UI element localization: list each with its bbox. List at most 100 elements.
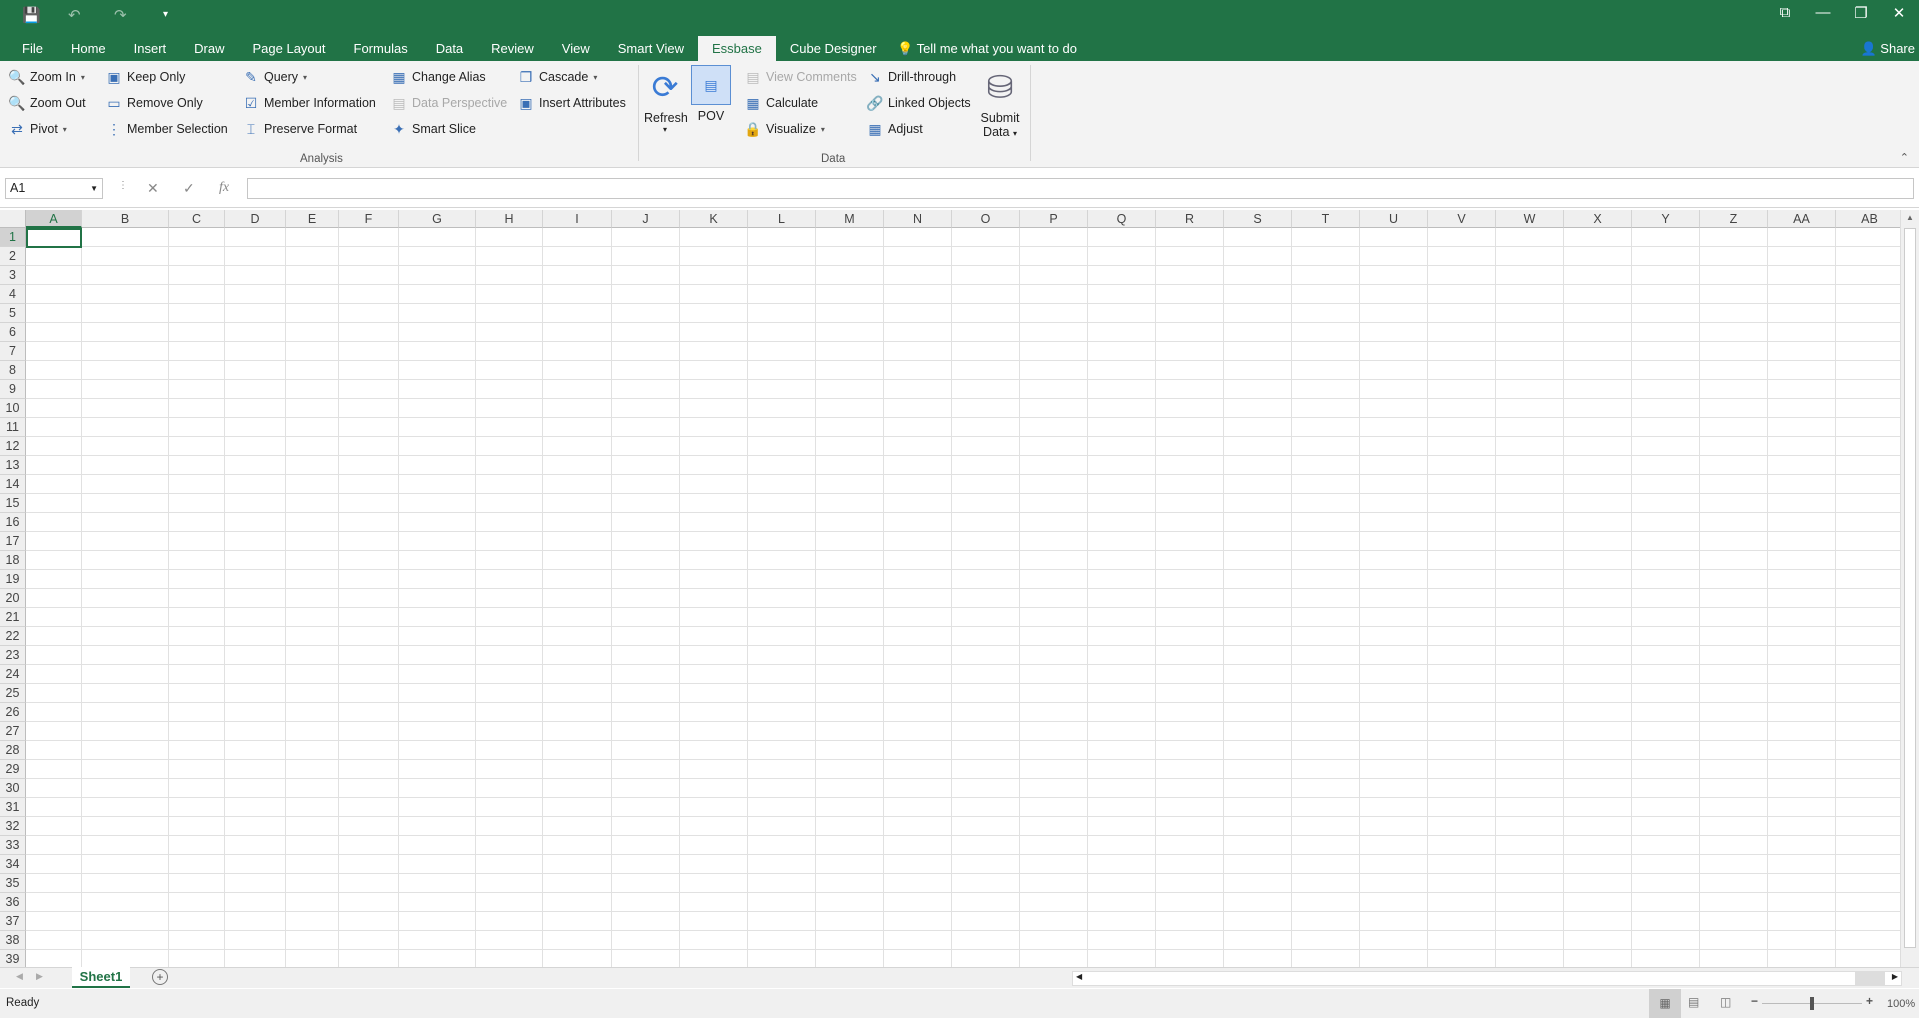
row-header-30[interactable]: 30 xyxy=(0,779,26,798)
normal-view-icon[interactable]: ▦ xyxy=(1649,989,1681,1018)
column-header-Z[interactable]: Z xyxy=(1700,210,1768,228)
save-icon[interactable]: 💾 xyxy=(22,6,41,24)
zoom-out-button[interactable]: − xyxy=(1751,994,1758,1008)
prev-sheet-icon[interactable]: ◀ xyxy=(16,971,23,982)
row-header-29[interactable]: 29 xyxy=(0,760,26,779)
share-button[interactable]: 👤 Share xyxy=(1860,41,1915,57)
column-header-L[interactable]: L xyxy=(748,210,816,228)
row-header-19[interactable]: 19 xyxy=(0,570,26,589)
row-header-6[interactable]: 6 xyxy=(0,323,26,342)
collapse-ribbon-icon[interactable]: ⌃ xyxy=(1900,151,1909,164)
row-header-36[interactable]: 36 xyxy=(0,893,26,912)
tab-smart-view[interactable]: Smart View xyxy=(604,36,698,61)
tab-essbase[interactable]: Essbase xyxy=(697,36,776,61)
row-header-17[interactable]: 17 xyxy=(0,532,26,551)
page-layout-view-icon[interactable]: ▤ xyxy=(1688,995,1699,1009)
row-header-11[interactable]: 11 xyxy=(0,418,26,437)
tab-view[interactable]: View xyxy=(548,36,604,61)
tab-formulas[interactable]: Formulas xyxy=(340,36,422,61)
tab-insert[interactable]: Insert xyxy=(120,36,181,61)
row-header-39[interactable]: 39 xyxy=(0,950,26,967)
member-information-button[interactable]: ☑ Member Information xyxy=(242,92,376,114)
row-header-24[interactable]: 24 xyxy=(0,665,26,684)
column-header-AA[interactable]: AA xyxy=(1768,210,1836,228)
row-header-22[interactable]: 22 xyxy=(0,627,26,646)
zoom-in-button[interactable]: 🔍 Zoom In ▾ xyxy=(8,66,85,88)
zoom-slider-thumb[interactable] xyxy=(1810,997,1814,1010)
row-header-21[interactable]: 21 xyxy=(0,608,26,627)
drill-through-button[interactable]: ↘ Drill-through xyxy=(866,66,956,88)
cascade-button[interactable]: ❐ Cascade ▾ xyxy=(517,66,598,88)
column-header-A[interactable]: A xyxy=(26,210,82,228)
member-selection-button[interactable]: ⋮ Member Selection xyxy=(105,118,228,140)
row-header-15[interactable]: 15 xyxy=(0,494,26,513)
row-header-14[interactable]: 14 xyxy=(0,475,26,494)
close-button[interactable]: ✕ xyxy=(1884,4,1914,22)
column-header-U[interactable]: U xyxy=(1360,210,1428,228)
column-header-O[interactable]: O xyxy=(952,210,1020,228)
column-header-I[interactable]: I xyxy=(543,210,612,228)
change-alias-button[interactable]: ▦ Change Alias xyxy=(390,66,485,88)
row-header-27[interactable]: 27 xyxy=(0,722,26,741)
row-header-23[interactable]: 23 xyxy=(0,646,26,665)
row-header-4[interactable]: 4 xyxy=(0,285,26,304)
tab-page-layout[interactable]: Page Layout xyxy=(239,36,340,61)
sheet-tab[interactable]: Sheet1 xyxy=(72,967,130,988)
data-perspective-button[interactable]: ▤ Data Perspective xyxy=(390,92,507,114)
tab-draw[interactable]: Draw xyxy=(180,36,238,61)
minimize-button[interactable]: — xyxy=(1808,4,1838,21)
row-header-5[interactable]: 5 xyxy=(0,304,26,323)
tab-cube-designer[interactable]: Cube Designer xyxy=(776,36,891,61)
row-header-20[interactable]: 20 xyxy=(0,589,26,608)
column-header-H[interactable]: H xyxy=(476,210,543,228)
scroll-thumb[interactable] xyxy=(1904,228,1916,948)
column-header-N[interactable]: N xyxy=(884,210,952,228)
row-header-16[interactable]: 16 xyxy=(0,513,26,532)
ribbon-display-options-icon[interactable]: ⧉ xyxy=(1770,4,1800,21)
column-header-D[interactable]: D xyxy=(225,210,286,228)
column-header-J[interactable]: J xyxy=(612,210,680,228)
tab-home[interactable]: Home xyxy=(57,36,120,61)
next-sheet-icon[interactable]: ▶ xyxy=(36,971,43,982)
tab-file[interactable]: File xyxy=(0,36,57,61)
undo-icon[interactable]: ↶ xyxy=(68,6,81,24)
row-header-33[interactable]: 33 xyxy=(0,836,26,855)
formula-input[interactable] xyxy=(247,178,1914,199)
column-header-W[interactable]: W xyxy=(1496,210,1564,228)
cancel-icon[interactable]: ✕ xyxy=(147,180,159,197)
refresh-button[interactable]: ⟳ Refresh ▾ xyxy=(644,67,688,134)
column-header-S[interactable]: S xyxy=(1224,210,1292,228)
pov-button[interactable]: ▤ POV xyxy=(690,65,732,123)
column-header-V[interactable]: V xyxy=(1428,210,1496,228)
row-header-37[interactable]: 37 xyxy=(0,912,26,931)
column-header-Y[interactable]: Y xyxy=(1632,210,1700,228)
zoom-in-button[interactable]: + xyxy=(1866,994,1873,1008)
row-header-13[interactable]: 13 xyxy=(0,456,26,475)
row-header-31[interactable]: 31 xyxy=(0,798,26,817)
name-box[interactable]: A1 ▼ xyxy=(5,178,103,199)
zoom-out-button[interactable]: 🔍 Zoom Out xyxy=(8,92,85,114)
scroll-thumb[interactable] xyxy=(1855,972,1885,985)
query-button[interactable]: ✎ Query ▾ xyxy=(242,66,307,88)
row-header-10[interactable]: 10 xyxy=(0,399,26,418)
redo-icon[interactable]: ↷ xyxy=(114,6,127,24)
active-cell[interactable] xyxy=(26,228,82,248)
zoom-slider[interactable] xyxy=(1762,997,1862,1010)
submit-data-button[interactable]: ⛁ Submit Data ▾ xyxy=(975,67,1025,139)
column-header-B[interactable]: B xyxy=(82,210,169,228)
column-header-AB[interactable]: AB xyxy=(1836,210,1900,228)
view-comments-button[interactable]: ▤ View Comments xyxy=(744,66,856,88)
preserve-format-button[interactable]: ⌶ Preserve Format xyxy=(242,118,357,140)
restore-button[interactable]: ❐ xyxy=(1846,4,1876,22)
smart-slice-button[interactable]: ✦ Smart Slice xyxy=(390,118,476,140)
column-header-F[interactable]: F xyxy=(339,210,399,228)
enter-icon[interactable]: ✓ xyxy=(183,180,195,197)
row-header-32[interactable]: 32 xyxy=(0,817,26,836)
column-header-R[interactable]: R xyxy=(1156,210,1224,228)
horizontal-scrollbar[interactable]: ◀ ▶ xyxy=(1072,971,1902,986)
column-header-X[interactable]: X xyxy=(1564,210,1632,228)
row-header-28[interactable]: 28 xyxy=(0,741,26,760)
row-header-8[interactable]: 8 xyxy=(0,361,26,380)
column-header-K[interactable]: K xyxy=(680,210,748,228)
new-sheet-button[interactable]: + xyxy=(152,969,168,985)
